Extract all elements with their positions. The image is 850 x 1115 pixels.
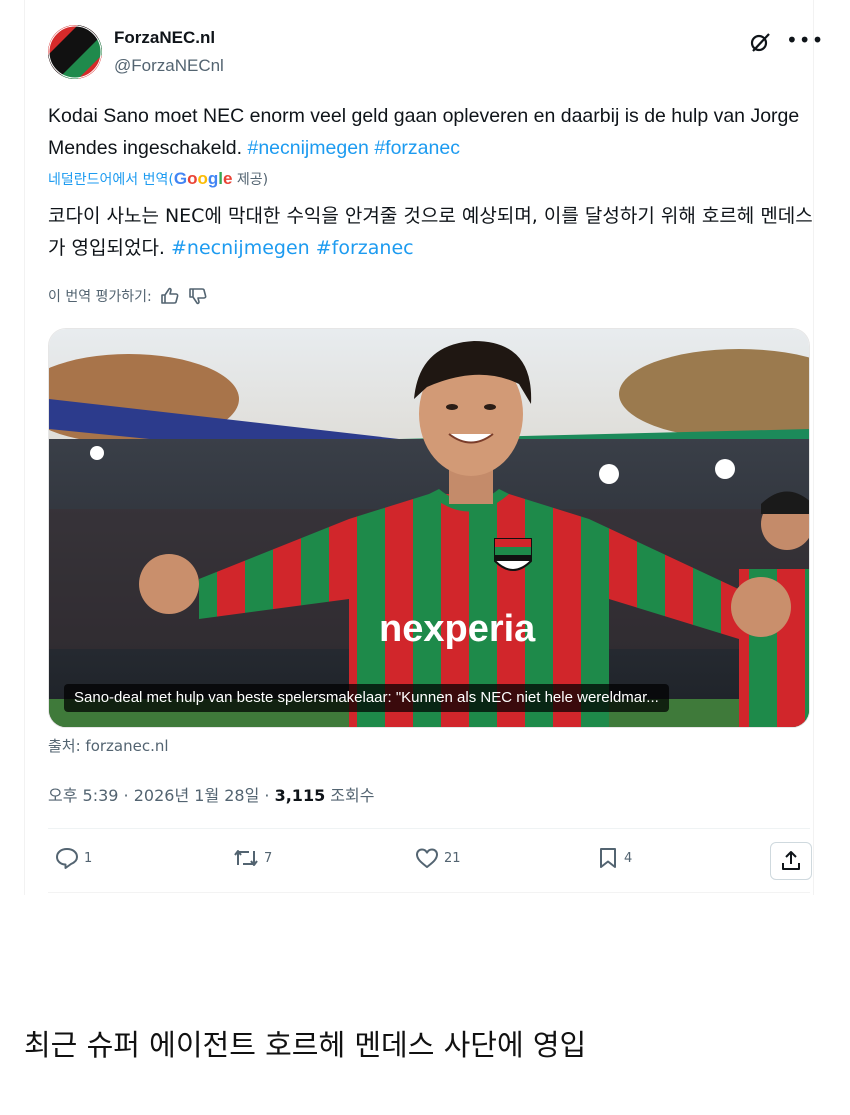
- bookmark-icon: [600, 848, 616, 868]
- tweet-date[interactable]: 2026년 1월 28일: [134, 786, 260, 805]
- tweet-text-translated: 코다이 사노는 NEC에 막대한 수익을 안겨줄 것으로 예상되며, 이를 달성…: [48, 200, 818, 264]
- tweet-time[interactable]: 오후 5:39: [48, 786, 118, 805]
- account-avatar[interactable]: [48, 25, 102, 79]
- thumbs-up-icon[interactable]: [160, 287, 180, 305]
- share-button[interactable]: [770, 842, 812, 880]
- rate-translation-row: 이 번역 평가하기:: [48, 286, 208, 306]
- bookmark-button[interactable]: 4: [596, 846, 632, 870]
- like-count: 21: [444, 850, 461, 866]
- reply-count: 1: [84, 850, 93, 866]
- hashtag-forzanec-translated[interactable]: #forzanec: [316, 237, 414, 259]
- heart-icon: [416, 848, 438, 868]
- account-handle[interactable]: @ForzaNECnl: [114, 56, 224, 76]
- view-count: 3,115: [274, 786, 326, 805]
- post-caption: 최근 슈퍼 에이전트 호르헤 멘데스 사단에 영입: [24, 1028, 587, 1062]
- repost-count: 7: [264, 850, 273, 866]
- reply-button[interactable]: 1: [54, 846, 92, 870]
- player-photo: nexperia: [49, 329, 809, 727]
- reply-icon: [56, 848, 78, 869]
- share-icon: [782, 851, 800, 870]
- view-count-label: 조회수: [330, 786, 375, 805]
- google-logo: Google: [173, 169, 233, 188]
- repost-button[interactable]: 7: [232, 846, 272, 870]
- hashtag-forzanec[interactable]: #forzanec: [374, 137, 460, 159]
- meta-separator: ·: [118, 786, 134, 805]
- hashtag-necnijmegen-translated[interactable]: #necnijmegen: [171, 237, 310, 259]
- translated-by-link[interactable]: 네덜란드어에서 번역(Google 제공): [48, 169, 268, 189]
- grok-icon[interactable]: [748, 30, 772, 54]
- tweet-text-ko: 코다이 사노는 NEC에 막대한 수익을 안겨줄 것으로 예상되며, 이를 달성…: [48, 205, 813, 259]
- meta-separator-2: ·: [259, 786, 275, 805]
- translated-by-label: 네덜란드어에서 번역(: [48, 172, 174, 188]
- tweet-media-photo[interactable]: nexperia: [48, 328, 810, 728]
- card-bottom-border: [48, 892, 810, 893]
- tweet-text-original: Kodai Sano moet NEC enorm veel geld gaan…: [48, 100, 808, 164]
- thumbs-down-icon[interactable]: [188, 287, 208, 305]
- like-button[interactable]: 21: [414, 846, 461, 870]
- nec-logo-icon: [48, 25, 102, 79]
- account-name[interactable]: ForzaNEC.nl: [114, 28, 215, 48]
- tweet-actions: 1 7 21 4: [48, 842, 813, 882]
- provided-label: 제공): [232, 172, 269, 188]
- media-source[interactable]: 출처: forzanec.nl: [48, 735, 169, 756]
- media-caption[interactable]: Sano-deal met hulp van beste spelersmake…: [64, 684, 669, 712]
- bookmark-count: 4: [624, 850, 633, 866]
- hashtag-necnijmegen[interactable]: #necnijmegen: [247, 137, 368, 159]
- more-icon[interactable]: •••: [786, 28, 824, 52]
- repost-icon: [234, 850, 258, 866]
- divider: [48, 828, 810, 829]
- tweet-meta: 오후 5:39 · 2026년 1월 28일 · 3,115 조회수: [48, 782, 374, 806]
- jersey-sponsor-text: nexperia: [379, 608, 536, 650]
- rate-translation-label: 이 번역 평가하기:: [48, 289, 152, 305]
